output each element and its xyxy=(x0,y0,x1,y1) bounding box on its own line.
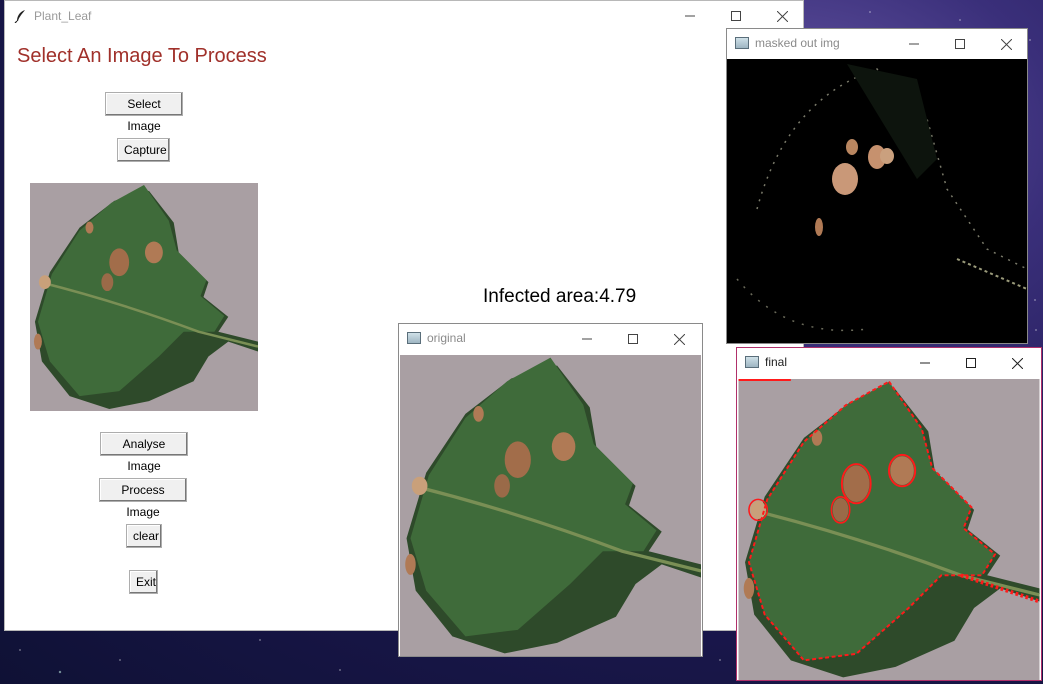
maximize-button[interactable] xyxy=(948,348,994,378)
window-app-icon xyxy=(407,332,421,344)
close-icon xyxy=(1011,357,1023,369)
close-button[interactable] xyxy=(994,348,1040,378)
minimize-icon xyxy=(685,15,695,17)
minimize-button[interactable] xyxy=(902,348,948,378)
final-window-title: final xyxy=(765,355,788,369)
masked-window-title: masked out img xyxy=(755,36,840,50)
minimize-button[interactable] xyxy=(891,29,937,59)
select-image-button[interactable]: Select Image xyxy=(105,92,183,133)
maximize-icon xyxy=(955,39,965,49)
close-icon xyxy=(776,10,788,22)
process-image-button[interactable]: Process Image xyxy=(99,478,187,519)
close-icon xyxy=(673,333,685,345)
close-icon xyxy=(1000,38,1012,50)
main-titlebar[interactable]: Plant_Leaf xyxy=(5,1,803,31)
maximize-icon xyxy=(731,11,741,21)
main-window-title: Plant_Leaf xyxy=(34,9,92,23)
maximize-button[interactable] xyxy=(937,29,983,59)
capture-button[interactable]: Capture xyxy=(117,138,170,162)
page-title: Select An Image To Process xyxy=(17,45,267,67)
masked-out-window: masked out img xyxy=(726,28,1028,344)
close-button[interactable] xyxy=(759,1,805,31)
analyse-image-button[interactable]: Analyse Image xyxy=(100,432,188,473)
clear-button[interactable]: clear xyxy=(126,524,162,548)
final-titlebar[interactable]: final xyxy=(737,348,1041,376)
minimize-icon xyxy=(582,338,592,340)
original-image xyxy=(400,355,701,656)
original-titlebar[interactable]: original xyxy=(399,324,702,352)
feather-icon xyxy=(14,10,25,23)
masked-titlebar[interactable]: masked out img xyxy=(727,29,1027,57)
selected-leaf-image xyxy=(30,183,258,411)
window-app-icon xyxy=(745,356,759,368)
close-button[interactable] xyxy=(983,29,1029,59)
minimize-button[interactable] xyxy=(667,1,713,31)
final-image xyxy=(738,379,1040,680)
maximize-icon xyxy=(628,334,638,344)
maximize-icon xyxy=(966,358,976,368)
minimize-icon xyxy=(920,362,930,364)
window-app-icon xyxy=(735,37,749,49)
maximize-button[interactable] xyxy=(713,1,759,31)
minimize-button[interactable] xyxy=(564,324,610,354)
original-window-title: original xyxy=(427,331,466,345)
minimize-icon xyxy=(909,43,919,45)
exit-button[interactable]: Exit xyxy=(129,570,158,594)
final-window: final xyxy=(736,347,1042,681)
masked-image xyxy=(727,59,1027,343)
maximize-button[interactable] xyxy=(610,324,656,354)
close-button[interactable] xyxy=(656,324,702,354)
original-window: original xyxy=(398,323,703,657)
infected-area-label: Infected area:4.79 xyxy=(483,286,637,307)
